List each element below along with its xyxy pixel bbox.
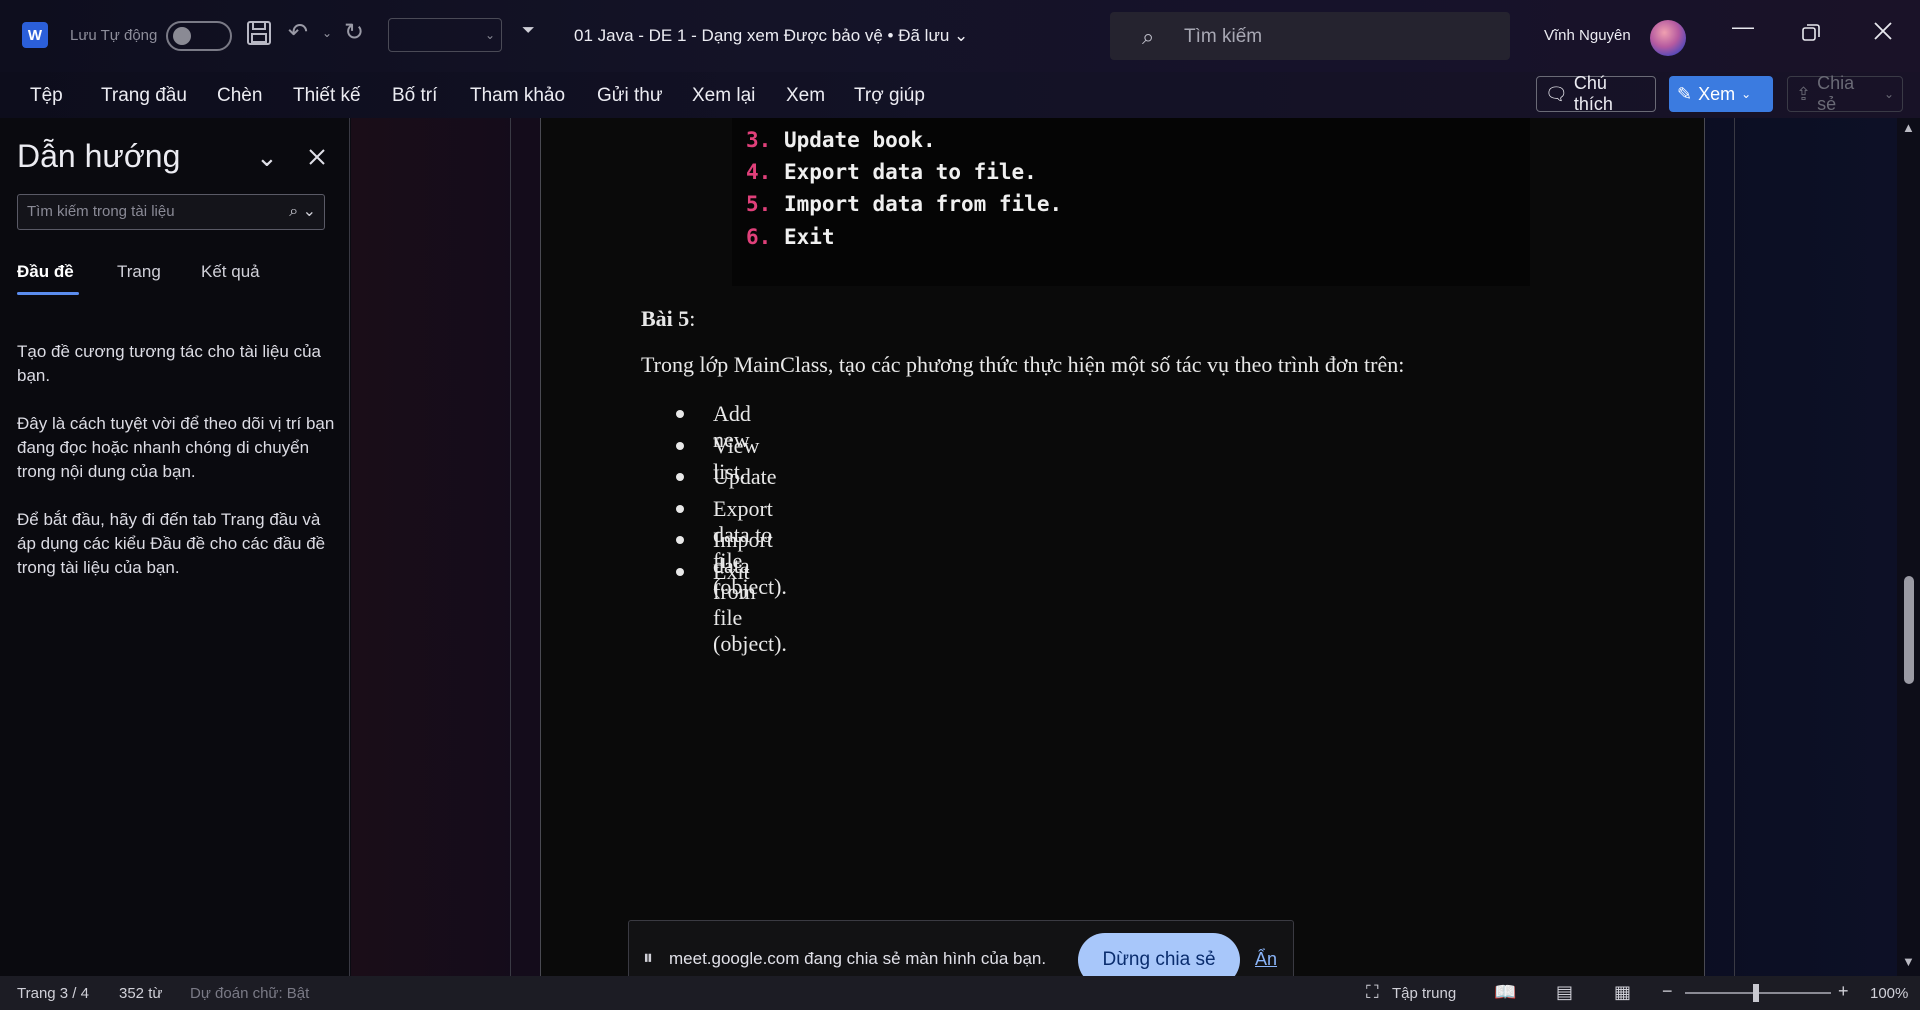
tab-layout[interactable]: Bố trí: [392, 85, 437, 107]
share-label: Chia sẻ: [1817, 73, 1855, 114]
share-button[interactable]: ⇪ Chia sẻ ⌄: [1787, 73, 1903, 114]
undo-icon[interactable]: ↶: [288, 18, 308, 47]
search-placeholder: Tìm kiếm: [1184, 26, 1263, 47]
share-icon: ⇪: [1796, 83, 1812, 104]
search-box[interactable]: ⌕ Tìm kiếm: [1110, 12, 1510, 60]
close-icon[interactable]: [308, 142, 326, 173]
minimize-icon[interactable]: —: [1732, 14, 1754, 40]
font-select[interactable]: ⌄: [388, 18, 502, 52]
focus-mode-label[interactable]: Tập trung: [1392, 985, 1456, 1002]
nav-tab-pages[interactable]: Trang: [117, 262, 161, 282]
hide-link[interactable]: Ẩn: [1255, 949, 1277, 970]
document-page[interactable]: 3. Update book. 4. Export data to file. …: [540, 118, 1705, 976]
restore-icon[interactable]: [1802, 22, 1820, 48]
drag-handle-icon[interactable]: ⏸: [643, 947, 653, 970]
navigation-pane: Dẫn hướng ⌄ Tìm kiếm trong tài liệu ⌕ ⌄ …: [0, 118, 350, 976]
nav-help-text-3: Để bắt đầu, hãy đi đến tab Trang đầu và …: [17, 510, 326, 577]
nav-tab-headings[interactable]: Đầu đề: [17, 262, 74, 282]
code-line: 3. Update book.: [746, 128, 936, 152]
code-line: 4. Export data to file.: [746, 160, 1037, 184]
tab-review[interactable]: Xem lại: [692, 85, 755, 107]
chevron-down-icon[interactable]: ⌄: [256, 142, 278, 173]
zoom-in-icon[interactable]: +: [1838, 981, 1849, 1002]
tab-file[interactable]: Tệp: [30, 85, 63, 107]
tab-insert[interactable]: Chèn: [217, 85, 262, 107]
code-line: 6. Exit: [746, 225, 835, 249]
status-bar: Trang 3 / 4 352 từ Dự đoán chữ: Bật ⛶ Tậ…: [0, 976, 1920, 1010]
zoom-level[interactable]: 100%: [1870, 985, 1908, 1002]
tab-help[interactable]: Trợ giúp: [854, 85, 925, 107]
code-block: 3. Update book. 4. Export data to file. …: [732, 118, 1530, 286]
comments-button[interactable]: 🗨 Chú thích: [1536, 73, 1656, 114]
title-bar: W Lưu Tự động ↶ ⌄ ↻ ⌄ ⏷ 01 Java - DE 1 -…: [0, 0, 1920, 72]
scroll-down-icon[interactable]: ▼: [1902, 954, 1915, 969]
search-icon[interactable]: ⌕ ⌄: [289, 201, 316, 221]
web-layout-icon[interactable]: ▦: [1614, 982, 1631, 1003]
pen-icon: ✎: [1677, 83, 1693, 104]
close-window-icon[interactable]: [1874, 20, 1892, 46]
active-tab-indicator: [17, 292, 79, 295]
chevron-down-icon: ⌄: [1883, 87, 1894, 101]
tab-mailings[interactable]: Gửi thư: [597, 85, 663, 107]
scroll-up-icon[interactable]: ▲: [1902, 120, 1915, 135]
nav-search-placeholder: Tìm kiếm trong tài liệu: [27, 203, 175, 220]
view-mode-button[interactable]: ✎ Xem ⌄: [1669, 76, 1773, 112]
exercise-heading: Bài 5:: [641, 306, 696, 331]
nav-help-text-1: Tạo đề cương tương tác cho tài liệu của …: [17, 342, 321, 385]
user-name[interactable]: Vĩnh Nguyên: [1544, 27, 1631, 44]
text-prediction-status[interactable]: Dự đoán chữ: Bật: [190, 985, 309, 1002]
chevron-down-icon: ⌄: [1741, 87, 1752, 101]
nav-help-text-2: Đây là cách tuyệt vời để theo dõi vị trí…: [17, 414, 335, 481]
nav-tab-results[interactable]: Kết quả: [201, 262, 260, 282]
autosave-label: Lưu Tự động: [70, 27, 158, 44]
undo-dropdown-icon[interactable]: ⌄: [322, 26, 332, 40]
scrollbar-thumb[interactable]: [1904, 576, 1914, 684]
read-mode-icon[interactable]: 📖: [1494, 982, 1516, 1003]
tab-home[interactable]: Trang đầu: [101, 85, 187, 107]
ribbon-tabs: Tệp Trang đầu Chèn Thiết kế Bố trí Tham …: [0, 72, 1920, 118]
comment-icon: 🗨: [1545, 83, 1568, 104]
comments-label: Chú thích: [1573, 73, 1613, 114]
avatar[interactable]: [1650, 20, 1686, 56]
exercise-description: Trong lớp MainClass, tạo các phương thức…: [641, 352, 1405, 377]
zoom-slider-thumb[interactable]: [1753, 984, 1759, 1002]
document-title[interactable]: 01 Java - DE 1 - Dạng xem Được bảo vệ • …: [574, 26, 968, 46]
vertical-scrollbar[interactable]: ▲ ▼: [1897, 118, 1920, 976]
page-counter[interactable]: Trang 3 / 4: [17, 985, 89, 1002]
word-count[interactable]: 352 từ: [119, 985, 162, 1002]
nav-search-input[interactable]: Tìm kiếm trong tài liệu ⌕ ⌄: [17, 194, 325, 230]
tab-view[interactable]: Xem: [786, 85, 825, 107]
tab-design[interactable]: Thiết kế: [293, 85, 361, 107]
tab-references[interactable]: Tham khảo: [470, 85, 565, 107]
document-canvas[interactable]: 3. Update book. 4. Export data to file. …: [351, 118, 1897, 976]
search-icon: ⌕: [1142, 24, 1155, 49]
code-line: 5. Import data from file.: [746, 192, 1063, 216]
print-layout-icon[interactable]: ▤: [1556, 982, 1573, 1003]
autosave-toggle[interactable]: [166, 21, 232, 51]
zoom-out-icon[interactable]: −: [1662, 981, 1673, 1002]
redo-icon[interactable]: ↻: [344, 18, 364, 47]
view-mode-label: Xem: [1698, 83, 1736, 104]
focus-icon[interactable]: ⛶: [1366, 982, 1379, 1003]
word-app-icon: W: [22, 22, 48, 48]
save-icon[interactable]: [246, 20, 272, 53]
share-message: meet.google.com đang chia sẻ màn hình củ…: [669, 949, 1047, 968]
customize-toolbar-icon[interactable]: ⏷: [522, 22, 535, 40]
nav-pane-title: Dẫn hướng: [17, 138, 181, 174]
